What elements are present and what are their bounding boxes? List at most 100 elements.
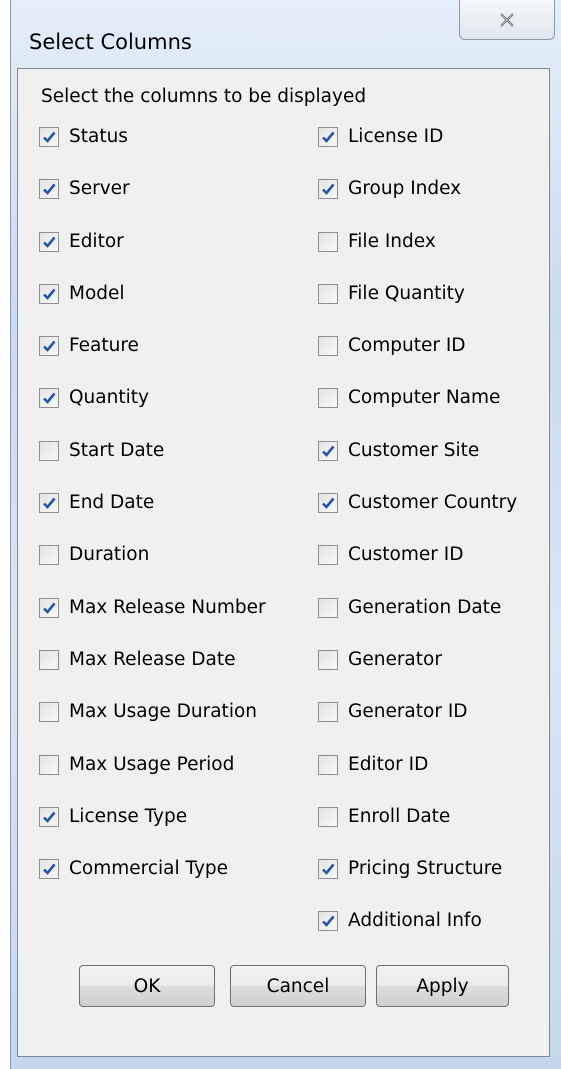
column-option-start-date[interactable]: Start Date	[39, 439, 266, 491]
column-option-editor[interactable]: Editor	[39, 230, 266, 282]
checkbox[interactable]	[318, 231, 338, 252]
checkbox[interactable]	[39, 859, 59, 880]
column-option-generator-id[interactable]: Generator ID	[318, 700, 517, 752]
checkbox[interactable]	[318, 545, 338, 566]
checkbox[interactable]	[318, 127, 338, 147]
column-option-license-type[interactable]: License Type	[39, 805, 266, 857]
checkbox-label: Generator ID	[348, 701, 468, 723]
checkbox[interactable]	[318, 702, 338, 723]
column-option-customer-site[interactable]: Customer Site	[318, 439, 517, 491]
column-option-file-quantity[interactable]: File Quantity	[318, 282, 517, 334]
column-option-computer-name[interactable]: Computer Name	[318, 386, 517, 438]
checkbox[interactable]	[39, 649, 59, 670]
checkbox-label: Feature	[69, 335, 139, 357]
checkmark-icon	[322, 916, 335, 928]
column-option-computer-id[interactable]: Computer ID	[318, 334, 517, 386]
checkbox[interactable]	[39, 493, 59, 514]
checkbox[interactable]	[39, 597, 59, 618]
column-option-group-index[interactable]: Group Index	[318, 177, 517, 229]
checkmark-icon	[43, 393, 56, 405]
checkmark-icon	[43, 497, 56, 510]
column-option-model[interactable]: Model	[39, 282, 266, 334]
column-option-pricing-structure[interactable]: Pricing Structure	[318, 857, 517, 909]
column-option-server[interactable]: Server	[39, 177, 266, 229]
checkbox[interactable]	[318, 179, 338, 200]
checkbox[interactable]	[39, 440, 59, 461]
checkbox[interactable]	[39, 231, 59, 252]
checkbox[interactable]	[318, 806, 338, 827]
checkbox-label: Generator	[348, 648, 442, 670]
checkmark-icon	[43, 236, 56, 248]
checkbox[interactable]	[318, 649, 338, 670]
apply-button[interactable]: Apply	[376, 965, 509, 1007]
cancel-button[interactable]: Cancel	[230, 965, 366, 1007]
column-option-additional-info[interactable]: Additional Info	[318, 909, 517, 961]
checkmark-icon	[43, 183, 56, 196]
column-option-customer-country[interactable]: Customer Country	[318, 491, 517, 543]
close-button[interactable]	[459, 0, 555, 40]
checkbox-label: License Type	[69, 805, 188, 827]
column-option-commercial-type[interactable]: Commercial Type	[39, 857, 266, 909]
close-x-icon	[499, 12, 515, 27]
title-bar[interactable]: Select Columns	[11, 0, 561, 76]
column-option-editor-id[interactable]: Editor ID	[318, 753, 517, 805]
checkbox-label: Commercial Type	[69, 858, 229, 880]
column-option-generation-date[interactable]: Generation Date	[318, 596, 517, 648]
checkbox-label: Quantity	[69, 387, 149, 409]
column-option-quantity[interactable]: Quantity	[39, 386, 266, 438]
checkbox-label: Customer Country	[348, 492, 518, 514]
checkmark-icon	[43, 131, 56, 143]
checkbox-label: Customer ID	[348, 544, 464, 566]
column-option-max-release-number[interactable]: Max Release Number	[39, 596, 266, 648]
checkbox[interactable]	[39, 336, 59, 357]
checkbox[interactable]	[318, 597, 338, 618]
checkbox-label: Server	[69, 178, 130, 200]
column-option-enroll-date[interactable]: Enroll Date	[318, 805, 517, 857]
checkbox-label: License ID	[348, 126, 444, 147]
checkbox[interactable]	[318, 283, 338, 304]
checkmark-icon	[43, 811, 56, 823]
checkbox[interactable]	[318, 336, 338, 357]
checkbox[interactable]	[39, 179, 59, 200]
checkbox[interactable]	[39, 127, 59, 147]
checkbox-label: Generation Date	[348, 596, 502, 618]
column-option-customer-id[interactable]: Customer ID	[318, 543, 517, 595]
window-title: Select Columns	[29, 30, 192, 54]
column-option-feature[interactable]: Feature	[39, 334, 266, 386]
column-option-duration[interactable]: Duration	[39, 543, 266, 595]
checkbox[interactable]	[39, 806, 59, 827]
checkbox[interactable]	[318, 859, 338, 880]
instructions-label: Select the columns to be displayed	[41, 86, 367, 107]
checkbox[interactable]	[39, 754, 59, 775]
checkmark-icon	[322, 183, 335, 196]
ok-button[interactable]: OK	[79, 965, 215, 1007]
right-column-list: License ID Group Index File Index File Quan…	[318, 125, 517, 962]
column-option-license-id[interactable]: License ID	[318, 125, 517, 177]
left-column-list: Status Server Editor Model Feature Quantity St…	[39, 125, 266, 909]
checkbox[interactable]	[318, 440, 338, 461]
checkmark-icon	[322, 445, 335, 457]
checkbox[interactable]	[39, 388, 59, 409]
checkbox-label: Max Usage Duration	[69, 701, 257, 723]
checkbox-label: Max Usage Period	[69, 753, 235, 775]
checkbox-label: Customer Site	[348, 439, 480, 461]
checkbox[interactable]	[39, 283, 59, 304]
checkbox[interactable]	[318, 911, 338, 932]
checkbox-label: Editor	[69, 230, 124, 252]
column-option-status[interactable]: Status	[39, 125, 266, 177]
checkbox[interactable]	[318, 493, 338, 514]
column-option-max-usage-duration[interactable]: Max Usage Duration	[39, 700, 266, 752]
checkbox-label: Duration	[69, 544, 150, 566]
checkbox[interactable]	[39, 702, 59, 723]
column-option-max-usage-period[interactable]: Max Usage Period	[39, 753, 266, 805]
checkbox[interactable]	[318, 754, 338, 775]
column-option-file-index[interactable]: File Index	[318, 230, 517, 282]
checkbox[interactable]	[39, 545, 59, 566]
column-option-max-release-date[interactable]: Max Release Date	[39, 648, 266, 700]
checkbox-label: File Quantity	[348, 282, 465, 304]
checkmark-icon	[322, 131, 335, 143]
column-option-generator[interactable]: Generator	[318, 648, 517, 700]
checkbox-label: Start Date	[69, 439, 165, 461]
checkbox[interactable]	[318, 388, 338, 409]
column-option-end-date[interactable]: End Date	[39, 491, 266, 543]
